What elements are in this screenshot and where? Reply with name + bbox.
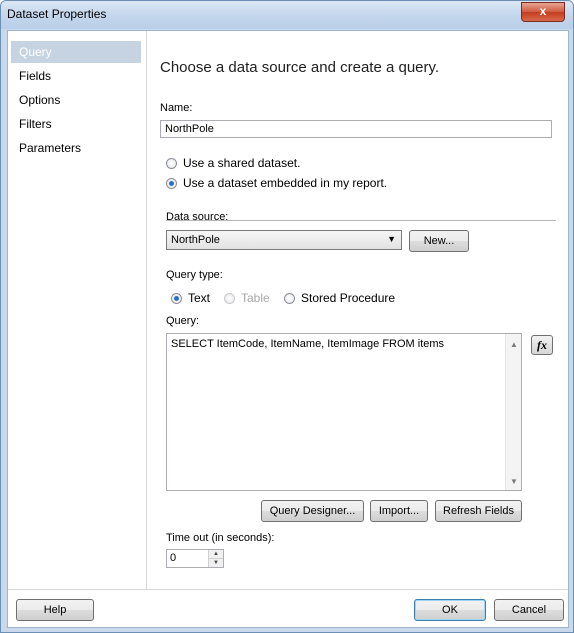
query-designer-button[interactable]: Query Designer...	[261, 500, 364, 522]
nav-item-filters[interactable]: Filters	[11, 113, 141, 135]
scroll-down-icon[interactable]: ▼	[510, 477, 518, 486]
nav-item-options[interactable]: Options	[11, 89, 141, 111]
dialog-client-area: Query Fields Options Filters Parameters …	[7, 30, 569, 628]
data-source-value: NorthPole	[171, 234, 220, 246]
stepper-down-icon[interactable]: ▼	[209, 559, 223, 567]
radio-stored-procedure-label: Stored Procedure	[301, 291, 396, 305]
data-source-label: Data source:	[166, 211, 229, 223]
title-bar[interactable]: Dataset Properties x	[1, 1, 573, 29]
stepper-buttons: ▲ ▼	[208, 550, 223, 567]
footer-divider	[8, 589, 568, 590]
radio-embedded-dataset[interactable]: Use a dataset embedded in my report.	[166, 175, 387, 191]
query-scrollbar[interactable]: ▲ ▼	[505, 334, 521, 490]
radio-text-label: Text	[188, 291, 211, 305]
radio-query-text[interactable]: Text	[171, 290, 210, 306]
radio-shared-dataset[interactable]: Use a shared dataset.	[166, 155, 300, 171]
query-text: SELECT ItemCode, ItemName, ItemImage FRO…	[171, 338, 445, 350]
query-label: Query:	[166, 315, 200, 327]
radio-text-indicator[interactable]	[171, 292, 182, 304]
radio-table-indicator	[224, 292, 235, 304]
scroll-up-icon[interactable]: ▲	[510, 340, 518, 349]
window-title: Dataset Properties	[7, 7, 107, 21]
chevron-down-icon[interactable]: ▼	[387, 234, 396, 244]
query-textarea[interactable]: SELECT ItemCode, ItemName, ItemImage FRO…	[166, 333, 522, 491]
radio-shared-indicator[interactable]	[166, 157, 177, 169]
cancel-button[interactable]: Cancel	[494, 599, 564, 621]
timeout-value[interactable]: 0	[170, 552, 176, 564]
close-icon: x	[539, 4, 547, 18]
left-nav: Query Fields Options Filters Parameters	[8, 31, 147, 589]
expression-button[interactable]: fx	[531, 335, 553, 355]
name-label: Name:	[160, 102, 193, 114]
radio-table-label: Table	[241, 291, 270, 305]
function-icon: fx	[537, 338, 547, 352]
help-button[interactable]: Help	[16, 599, 94, 621]
page-heading: Choose a data source and create a query.	[160, 59, 440, 76]
timeout-label: Time out (in seconds):	[166, 532, 275, 544]
radio-embedded-indicator[interactable]	[166, 177, 177, 189]
ok-button[interactable]: OK	[414, 599, 486, 621]
radio-shared-label: Use a shared dataset.	[183, 156, 301, 170]
refresh-fields-button[interactable]: Refresh Fields	[435, 500, 522, 522]
radio-embedded-label: Use a dataset embedded in my report.	[183, 176, 388, 190]
data-source-select[interactable]: NorthPole ▼	[166, 230, 402, 250]
stepper-up-icon[interactable]: ▲	[209, 550, 223, 559]
nav-item-parameters[interactable]: Parameters	[11, 137, 141, 159]
nav-item-query[interactable]: Query	[11, 41, 141, 63]
radio-stored-procedure-indicator[interactable]	[284, 292, 295, 304]
radio-query-table: Table	[224, 290, 270, 306]
dataset-properties-window: Dataset Properties x Query Fields Option…	[0, 0, 574, 633]
import-button[interactable]: Import...	[370, 500, 428, 522]
close-button[interactable]: x	[521, 2, 565, 22]
new-data-source-button[interactable]: New...	[409, 230, 469, 252]
name-input[interactable]	[160, 120, 552, 138]
nav-item-fields[interactable]: Fields	[11, 65, 141, 87]
radio-query-stored-procedure[interactable]: Stored Procedure	[284, 290, 395, 306]
timeout-stepper[interactable]: 0 ▲ ▼	[166, 549, 224, 568]
query-type-label: Query type:	[166, 269, 223, 281]
